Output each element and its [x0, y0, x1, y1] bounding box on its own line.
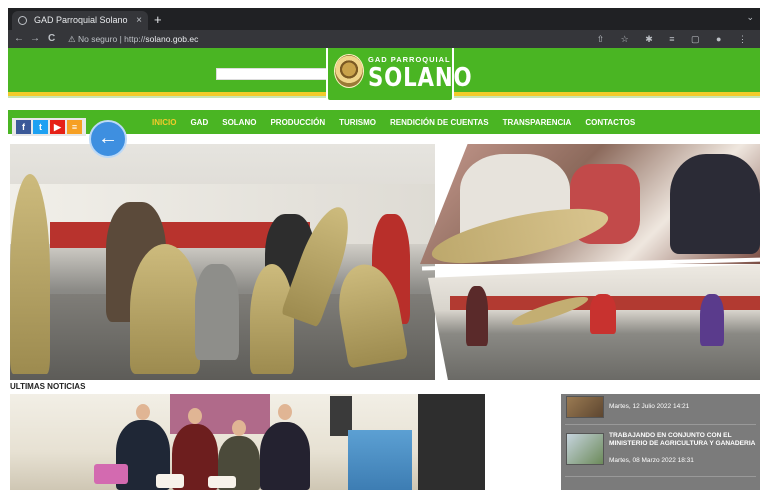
news-item-date: Martes, 08 Marzo 2022 18:31 [609, 457, 694, 464]
url-field[interactable]: ⚠ No seguro | http://solano.gob.ec [68, 32, 198, 46]
tab-favicon-icon [18, 16, 27, 25]
facebook-icon[interactable]: f [16, 120, 31, 134]
featured-news-photo[interactable] [10, 394, 485, 490]
news-item[interactable]: Martes, 12 Julio 2022 14:21 [561, 376, 760, 422]
tab-title: GAD Parroquial Solano [34, 15, 128, 25]
url-prefix: http:// [124, 34, 146, 44]
news-item-date: Martes, 12 Julio 2022 14:21 [609, 403, 690, 410]
nav-item-transparencia[interactable]: TRANSPARENCIA [503, 118, 572, 127]
hero-photo-left [10, 144, 435, 380]
site-logo[interactable]: GAD PARROQUIAL SOLANO [326, 48, 472, 102]
nav-item-inicio[interactable]: INICIO [152, 118, 176, 127]
tab-search-chevron-icon[interactable]: ⌄ [746, 12, 754, 23]
logo-title: SOLANO [368, 63, 473, 93]
tab-close-icon[interactable]: × [136, 11, 142, 30]
youtube-icon[interactable]: ▶ [50, 120, 65, 134]
news-thumbnail [566, 396, 604, 418]
address-bar: ← → C ⚠ No seguro | http://solano.gob.ec… [8, 30, 760, 48]
sidebar-divider [565, 424, 756, 425]
browser-tab-bar: GAD Parroquial Solano × + ⌄ [8, 8, 760, 30]
back-icon[interactable]: ← [14, 32, 24, 46]
security-indicator[interactable]: ⚠ No seguro [68, 34, 117, 44]
twitter-icon[interactable]: t [33, 120, 48, 134]
forward-icon[interactable]: → [30, 32, 40, 46]
browser-tab[interactable]: GAD Parroquial Solano × [12, 11, 148, 30]
slider-prev-arrow-icon[interactable]: ← [89, 120, 127, 158]
hero-slider[interactable] [10, 144, 760, 380]
news-item-title[interactable]: TRABAJANDO EN CONJUNTO CON EL MINISTERIO… [609, 432, 757, 448]
nav-item-turismo[interactable]: TURISMO [339, 118, 376, 127]
nav-item-produccion[interactable]: PRODUCCIÓN [270, 118, 325, 127]
browser-toolbar-icons[interactable]: ⇧ ☆ ✱ ≡ ▢ ● ⋮ [597, 32, 754, 46]
news-item[interactable]: TRABAJANDO EN CONJUNTO CON EL MINISTERIO… [561, 428, 760, 474]
social-links: f t ▶ ≡ [12, 118, 86, 136]
search-input[interactable] [216, 68, 328, 80]
reload-icon[interactable]: C [48, 32, 55, 46]
sidebar-divider [565, 476, 756, 477]
news-section-title: ULTIMAS NOTICIAS [10, 382, 86, 391]
url-host: solano.gob.ec [145, 34, 199, 44]
new-tab-button[interactable]: + [154, 10, 162, 29]
webpage: GAD PARROQUIAL SOLANO INICIO GAD SOLANO … [8, 48, 760, 490]
news-thumbnail [566, 433, 604, 465]
nav-item-solano[interactable]: SOLANO [222, 118, 256, 127]
nav-item-gad[interactable]: GAD [190, 118, 208, 127]
nav-item-rendicion-de-cuentas[interactable]: RENDICIÓN DE CUENTAS [390, 118, 489, 127]
rss-icon[interactable]: ≡ [67, 120, 82, 134]
nav-item-contactos[interactable]: CONTACTOS [585, 118, 635, 127]
parish-seal-icon [334, 54, 364, 88]
news-sidebar: Martes, 12 Julio 2022 14:21 TRABAJANDO E… [561, 394, 760, 490]
